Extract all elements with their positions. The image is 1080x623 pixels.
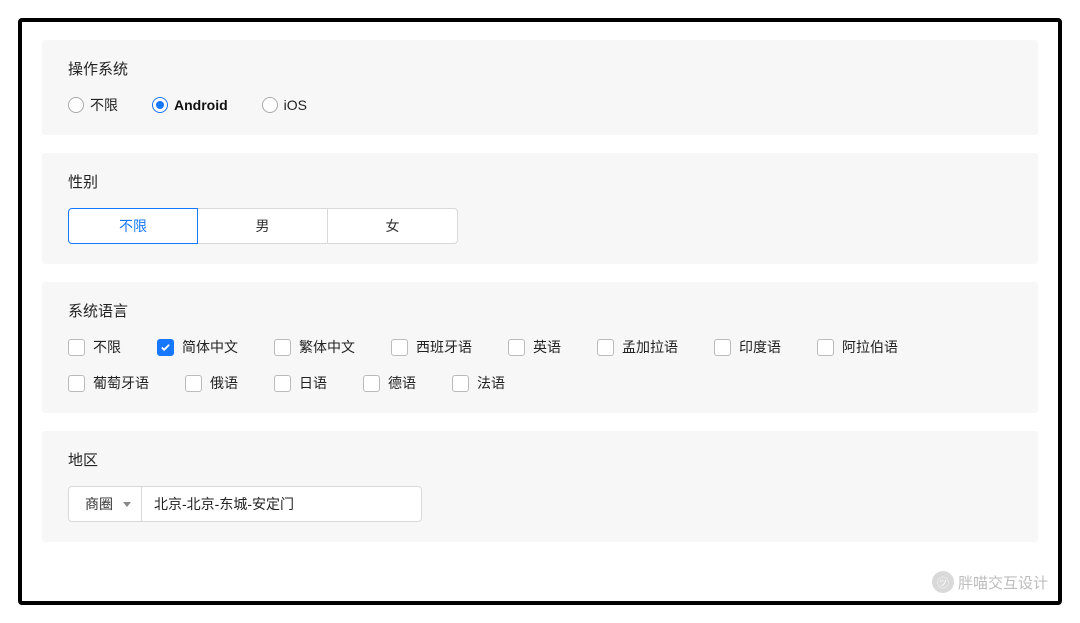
checkbox-icon bbox=[185, 375, 202, 392]
wechat-icon: ㋡ bbox=[932, 571, 954, 593]
checkbox-icon bbox=[508, 339, 525, 356]
region-title: 地区 bbox=[68, 449, 1012, 470]
checkbox-icon bbox=[157, 339, 174, 356]
gender-btn-female[interactable]: 女 bbox=[328, 208, 458, 244]
checkbox-icon bbox=[68, 375, 85, 392]
lang-label: 葡萄牙语 bbox=[93, 373, 149, 393]
lang-check-unlimited[interactable]: 不限 bbox=[68, 337, 121, 357]
lang-label: 简体中文 bbox=[182, 337, 238, 357]
region-select-label: 商圈 bbox=[85, 494, 113, 514]
watermark-text: 胖喵交互设计 bbox=[958, 572, 1048, 593]
lang-check-ru[interactable]: 俄语 bbox=[185, 373, 238, 393]
lang-check-bn[interactable]: 孟加拉语 bbox=[597, 337, 678, 357]
checkbox-icon bbox=[274, 339, 291, 356]
os-radio-ios[interactable]: iOS bbox=[262, 97, 307, 113]
lang-check-fr[interactable]: 法语 bbox=[452, 373, 505, 393]
checkbox-icon bbox=[274, 375, 291, 392]
os-radio-group: 不限 Android iOS bbox=[68, 95, 1012, 115]
region-path-input[interactable] bbox=[142, 486, 422, 522]
form-container: 操作系统 不限 Android iOS 性别 不限 男 女 系统语言 bbox=[18, 18, 1062, 605]
lang-label: 英语 bbox=[533, 337, 561, 357]
lang-check-zh-tw[interactable]: 繁体中文 bbox=[274, 337, 355, 357]
checkbox-icon bbox=[597, 339, 614, 356]
os-radio-unlimited[interactable]: 不限 bbox=[68, 95, 118, 115]
os-radio-label: Android bbox=[174, 97, 228, 113]
checkbox-icon bbox=[817, 339, 834, 356]
gender-btn-unlimited[interactable]: 不限 bbox=[68, 208, 198, 244]
os-radio-android[interactable]: Android bbox=[152, 97, 228, 113]
lang-check-pt[interactable]: 葡萄牙语 bbox=[68, 373, 149, 393]
checkbox-icon bbox=[452, 375, 469, 392]
gender-segment-group: 不限 男 女 bbox=[68, 208, 1012, 244]
language-panel: 系统语言 不限 简体中文 繁体中文 西班牙语 英语 孟加拉语 印度语 阿拉伯语 … bbox=[42, 282, 1038, 413]
checkbox-icon bbox=[391, 339, 408, 356]
gender-btn-male[interactable]: 男 bbox=[198, 208, 328, 244]
os-radio-label: 不限 bbox=[90, 95, 118, 115]
radio-icon bbox=[152, 97, 168, 113]
language-row-1: 不限 简体中文 繁体中文 西班牙语 英语 孟加拉语 印度语 阿拉伯语 bbox=[68, 337, 1012, 357]
lang-check-ar[interactable]: 阿拉伯语 bbox=[817, 337, 898, 357]
os-radio-label: iOS bbox=[284, 97, 307, 113]
lang-label: 阿拉伯语 bbox=[842, 337, 898, 357]
checkbox-icon bbox=[363, 375, 380, 392]
lang-label: 德语 bbox=[388, 373, 416, 393]
lang-check-en[interactable]: 英语 bbox=[508, 337, 561, 357]
region-type-select[interactable]: 商圈 bbox=[68, 486, 142, 522]
lang-check-zh-cn[interactable]: 简体中文 bbox=[157, 337, 238, 357]
lang-check-de[interactable]: 德语 bbox=[363, 373, 416, 393]
region-row: 商圈 bbox=[68, 486, 1012, 522]
lang-label: 俄语 bbox=[210, 373, 238, 393]
chevron-down-icon bbox=[123, 502, 131, 507]
radio-icon bbox=[68, 97, 84, 113]
os-title: 操作系统 bbox=[68, 58, 1012, 79]
lang-label: 孟加拉语 bbox=[622, 337, 678, 357]
lang-check-es[interactable]: 西班牙语 bbox=[391, 337, 472, 357]
os-panel: 操作系统 不限 Android iOS bbox=[42, 40, 1038, 135]
region-panel: 地区 商圈 bbox=[42, 431, 1038, 542]
lang-label: 西班牙语 bbox=[416, 337, 472, 357]
checkbox-icon bbox=[714, 339, 731, 356]
lang-label: 繁体中文 bbox=[299, 337, 355, 357]
language-checkbox-grid: 不限 简体中文 繁体中文 西班牙语 英语 孟加拉语 印度语 阿拉伯语 葡萄牙语 … bbox=[68, 337, 1012, 393]
lang-check-hi[interactable]: 印度语 bbox=[714, 337, 781, 357]
lang-check-ja[interactable]: 日语 bbox=[274, 373, 327, 393]
lang-label: 不限 bbox=[93, 337, 121, 357]
watermark: ㋡ 胖喵交互设计 bbox=[932, 571, 1048, 593]
lang-label: 日语 bbox=[299, 373, 327, 393]
radio-icon bbox=[262, 97, 278, 113]
gender-panel: 性别 不限 男 女 bbox=[42, 153, 1038, 264]
lang-label: 印度语 bbox=[739, 337, 781, 357]
gender-title: 性别 bbox=[68, 171, 1012, 192]
lang-label: 法语 bbox=[477, 373, 505, 393]
language-title: 系统语言 bbox=[68, 300, 1012, 321]
language-row-2: 葡萄牙语 俄语 日语 德语 法语 bbox=[68, 373, 1012, 393]
checkbox-icon bbox=[68, 339, 85, 356]
